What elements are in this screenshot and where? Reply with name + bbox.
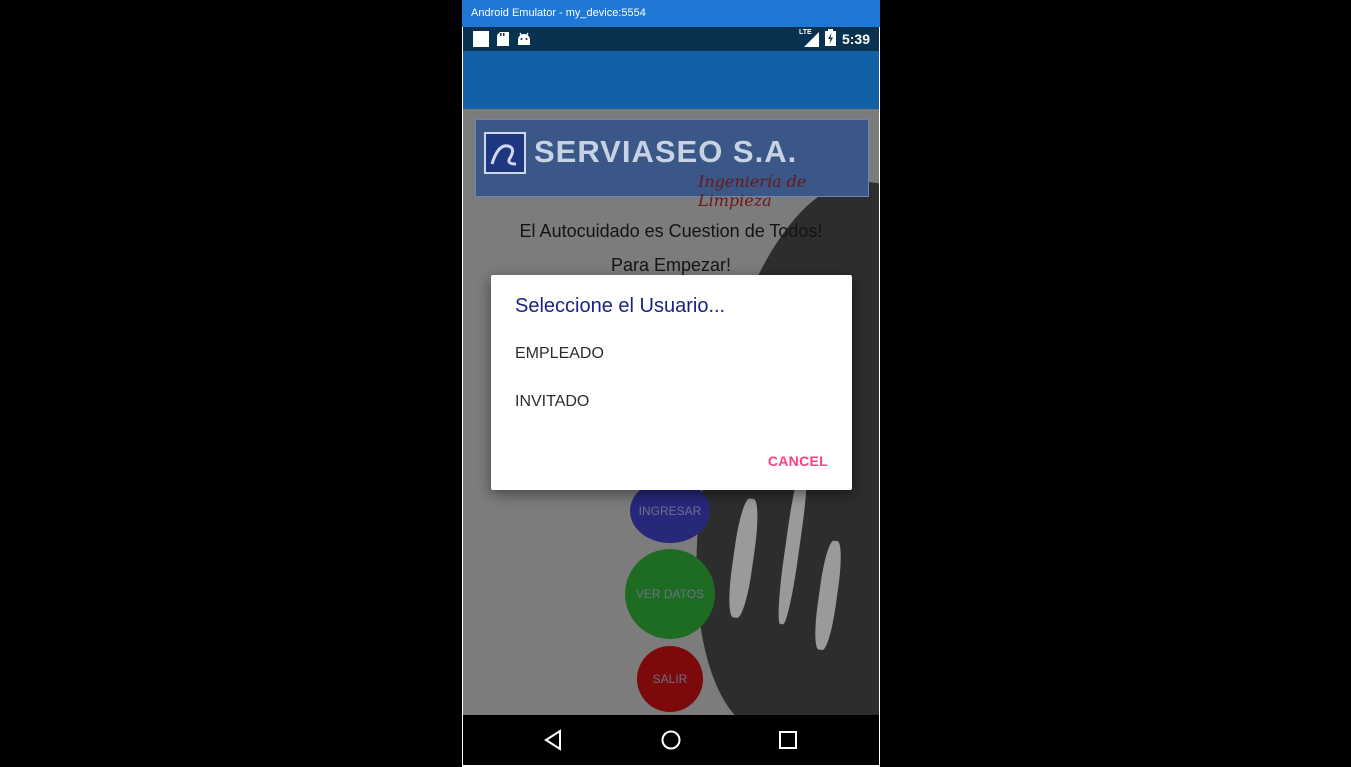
square-icon [473,31,489,52]
back-icon[interactable] [542,728,566,752]
status-bar: LTE 5:39 [463,27,879,51]
home-icon[interactable] [659,728,683,752]
app-bar [463,51,879,109]
recents-icon[interactable] [776,728,800,752]
ver-datos-button[interactable]: VER DATOS [625,549,715,639]
dialog-title: Seleccione el Usuario... [515,295,726,317]
emulator-title-bar: Android Emulator - my_device:5554 [462,0,880,27]
swan-logo-icon [484,132,526,174]
lte-signal-icon: LTE [798,29,819,48]
slogan-text: El Autocuidado es Cuestion de Todos! [519,221,823,241]
subtitle-text: Para Empezar! [610,255,732,275]
option-empleado[interactable]: EMPLEADO [515,345,604,363]
navigation-bar [463,715,879,765]
sd-card-icon [497,32,509,51]
brand-tagline: Ingeniería de Limpieza [698,172,807,210]
option-invitado[interactable]: INVITADO [515,393,589,411]
device-screen: LTE 5:39 SERVIASEO S.A. Ingeniería de Li… [463,27,879,765]
clock: 5:39 [841,31,870,47]
brand-name: SERVIASEO S.A. [534,134,798,169]
emulator-window: Android Emulator - my_device:5554 LTE 5:… [462,0,880,767]
cancel-button[interactable]: CANCEL [768,453,828,469]
battery-icon [824,29,836,49]
network-type: LTE [798,29,812,36]
company-logo: SERVIASEO S.A. Ingeniería de Limpieza [475,119,869,210]
salir-button[interactable]: SALIR [637,646,703,712]
user-select-dialog: Seleccione el Usuario... EMPLEADO INVITA… [491,275,852,490]
android-icon [517,32,531,51]
